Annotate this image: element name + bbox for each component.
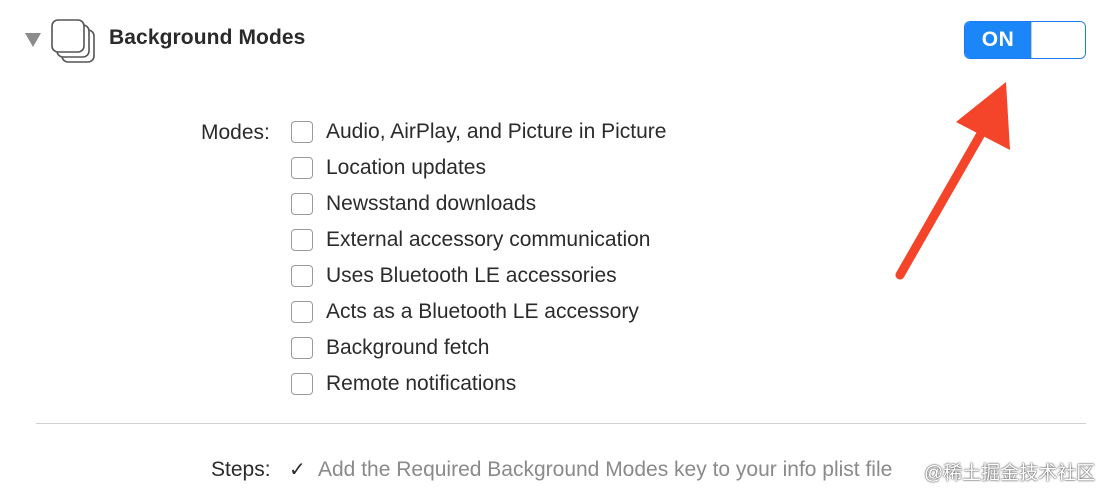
toggle-knob (1031, 22, 1085, 58)
mode-item-remote-notifications[interactable]: Remote notifications (291, 366, 666, 402)
checkbox[interactable] (291, 337, 313, 359)
stacked-windows-icon (51, 19, 95, 63)
checkbox[interactable] (291, 121, 313, 143)
step-text: Add the Required Background Modes key to… (318, 458, 893, 481)
checkbox[interactable] (291, 229, 313, 251)
annotation-arrow-icon (895, 82, 1010, 280)
mode-item-location[interactable]: Location updates (291, 150, 666, 186)
mode-item-bluetooth-peripheral[interactable]: Acts as a Bluetooth LE accessory (291, 294, 666, 330)
mode-label: Remote notifications (326, 372, 517, 395)
mode-label: Audio, AirPlay, and Picture in Picture (326, 120, 667, 143)
checkmark-icon: ✓ (289, 459, 306, 481)
mode-item-background-fetch[interactable]: Background fetch (291, 330, 666, 366)
mode-item-newsstand[interactable]: Newsstand downloads (291, 186, 666, 222)
mode-label: External accessory communication (326, 228, 651, 251)
disclosure-triangle-icon[interactable] (24, 32, 42, 48)
mode-label: Background fetch (326, 336, 490, 359)
modes-list: Audio, AirPlay, and Picture in Picture L… (291, 114, 666, 402)
mode-label: Acts as a Bluetooth LE accessory (326, 300, 639, 323)
modes-label: Modes: (201, 121, 270, 144)
checkbox[interactable] (291, 193, 313, 215)
divider (36, 423, 1086, 424)
checkbox[interactable] (291, 373, 313, 395)
mode-label: Newsstand downloads (326, 192, 537, 215)
mode-item-external-accessory[interactable]: External accessory communication (291, 222, 666, 258)
mode-label: Uses Bluetooth LE accessories (326, 264, 617, 287)
background-modes-toggle[interactable]: ON (964, 21, 1086, 59)
checkbox[interactable] (291, 157, 313, 179)
mode-item-bluetooth-central[interactable]: Uses Bluetooth LE accessories (291, 258, 666, 294)
watermark: @稀土掘金技术社区 (924, 463, 1096, 484)
section-title: Background Modes (109, 26, 306, 49)
mode-item-audio[interactable]: Audio, AirPlay, and Picture in Picture (291, 114, 666, 150)
mode-label: Location updates (326, 156, 486, 179)
toggle-on-label: ON (965, 22, 1031, 58)
steps-label: Steps: (211, 458, 271, 481)
checkbox[interactable] (291, 265, 313, 287)
checkbox[interactable] (291, 301, 313, 323)
